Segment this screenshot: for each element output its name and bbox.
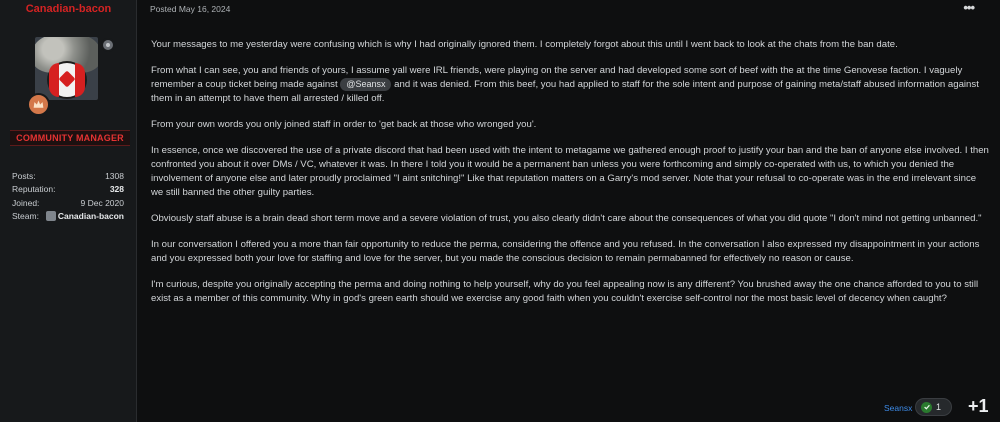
plus-one-button[interactable]: +1 [968,396,989,417]
post-body: Your messages to me yesterday were confu… [151,38,989,318]
stat-row-posts: Posts: 1308 [12,169,124,183]
stat-label: Posts: [12,170,36,181]
stat-row-joined: Joined: 9 Dec 2020 [12,196,124,210]
post-paragraph: Your messages to me yesterday were confu… [151,39,898,50]
check-icon [921,401,932,413]
author-stats: Posts: 1308 Reputation: 328 Joined: 9 De… [12,169,124,223]
post-paragraph: From your own words you only joined staf… [151,119,537,130]
avatar[interactable] [35,37,98,100]
status-icon [101,38,115,52]
stat-row-steam: Steam: Canadian-bacon [12,210,124,224]
stat-value: 1308 [105,170,124,181]
stat-label: Joined: [12,197,40,208]
reaction-pill[interactable]: 1 [915,398,952,416]
stat-row-reputation: Reputation: 328 [12,183,124,197]
author-username[interactable]: Canadian-bacon [0,3,137,15]
stat-label: Steam: [12,211,39,222]
post-paragraph: Obviously staff abuse is a brain dead sh… [151,213,982,224]
role-banner: COMMUNITY MANAGER [10,130,130,146]
mention-link[interactable]: @Seansx [340,78,392,91]
reaction-count: 1 [936,402,942,412]
stat-value: 9 Dec 2020 [80,197,124,208]
steam-link[interactable]: Canadian-bacon [45,211,124,222]
post-paragraph: I'm curious, despite you originally acce… [151,279,979,304]
stat-value: 328 [109,184,124,195]
more-options-icon[interactable]: ••• [963,0,975,15]
steam-icon [45,211,56,222]
stat-label: Reputation: [12,184,56,195]
post-paragraph: In our conversation I offered you a more… [151,239,980,264]
author-panel: Canadian-bacon COMMUNITY MANAGER Posts: … [0,0,137,422]
post-paragraph: From what I can see, you and friends of … [151,64,989,106]
rank-badge-icon [27,93,50,116]
post-date[interactable]: Posted May 16, 2024 [150,4,230,14]
reactor-link[interactable]: Seansx [884,403,912,413]
post-paragraph: In essence, once we discovered the use o… [151,145,989,198]
steam-name: Canadian-bacon [57,211,124,222]
